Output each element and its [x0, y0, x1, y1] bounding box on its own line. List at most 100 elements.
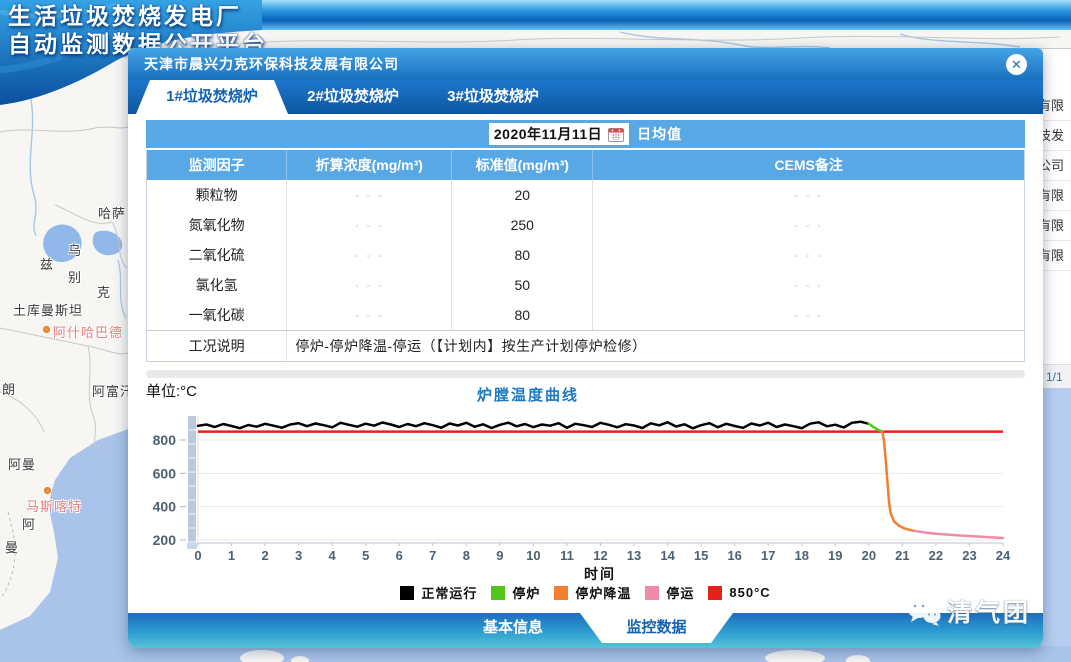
monitor-table: 监测因子折算浓度(mg/m³)标准值(mg/m³)CEMS备注颗粒物- - -2…	[146, 150, 1025, 362]
table-row: 颗粒物- - -20- - -	[147, 180, 1024, 210]
svg-text:20: 20	[862, 548, 876, 563]
table-row: 一氧化碳- - -80- - -	[147, 300, 1024, 330]
legend-item: 正常运行	[400, 583, 477, 602]
map-label: 马斯喀特	[26, 496, 82, 515]
tab-monitor-data[interactable]: 监控数据	[580, 613, 733, 643]
legend-label: 停运	[666, 583, 694, 602]
legend-label: 850°C	[729, 585, 770, 600]
chart-title: 炉膛温度曲线	[428, 384, 628, 405]
table-cell: - - -	[287, 300, 452, 330]
table-header-cell: CEMS备注	[593, 150, 1024, 180]
legend-swatch	[491, 586, 505, 600]
table-header-cell: 折算浓度(mg/m³)	[287, 150, 452, 180]
y-zoom-slider[interactable]	[188, 416, 196, 543]
svg-text:15: 15	[694, 548, 708, 563]
legend-item: 850°C	[708, 585, 770, 600]
tab-incinerator-3[interactable]: 3#垃圾焚烧炉	[418, 80, 568, 114]
svg-text:2: 2	[261, 548, 268, 563]
svg-text:11: 11	[560, 548, 574, 563]
map-label: 克	[97, 282, 111, 301]
svg-text:8: 8	[463, 548, 470, 563]
table-header-cell: 监测因子	[147, 150, 287, 180]
incinerator-tabbar: 1#垃圾焚烧炉2#垃圾焚烧炉3#垃圾焚烧炉	[128, 80, 1043, 114]
chart-unit-label: 单位:°C	[146, 380, 197, 401]
chart-xaxis-label: 时间	[450, 564, 750, 584]
table-cell: 250	[452, 210, 593, 240]
table-cell: 二氧化硫	[147, 240, 287, 270]
tab-basic-info[interactable]: 基本信息	[458, 613, 568, 643]
map-label: 乌	[68, 240, 82, 259]
divider-strip	[146, 370, 1025, 378]
legend-label: 停炉降温	[575, 583, 631, 602]
map-label: 曼	[5, 537, 19, 556]
svg-text:5: 5	[362, 548, 369, 563]
legend-swatch	[708, 586, 722, 600]
legend-label: 正常运行	[421, 583, 477, 602]
watermark: 清气团	[905, 593, 1031, 629]
svg-text:24: 24	[996, 548, 1011, 563]
svg-text:16: 16	[727, 548, 741, 563]
map-label: 土库曼斯坦	[13, 300, 83, 319]
svg-text:10: 10	[526, 548, 540, 563]
series-停炉降温	[882, 432, 914, 531]
platform-title-line1: 生活垃圾焚烧发电厂	[8, 2, 268, 30]
dialog-title: 天津市晨兴力克环保科技发展有限公司	[144, 56, 399, 72]
table-cell: 50	[452, 270, 593, 300]
table-cell: - - -	[287, 210, 452, 240]
svg-text:14: 14	[660, 548, 675, 563]
table-cell: 一氧化碳	[147, 300, 287, 330]
table-cell: - - -	[593, 300, 1024, 330]
condition-row: 工况说明停炉-停炉降温-停运（【计划内】按生产计划停炉检修）	[147, 330, 1024, 361]
svg-text:21: 21	[895, 548, 909, 563]
map-label: 兹	[40, 254, 54, 273]
table-cell: - - -	[287, 270, 452, 300]
map-label: 阿什哈巴德	[53, 322, 123, 341]
table-cell: - - -	[593, 270, 1024, 300]
svg-text:12: 12	[593, 548, 607, 563]
map-label: 别	[68, 267, 82, 286]
tab-incinerator-1[interactable]: 1#垃圾焚烧炉	[136, 80, 288, 114]
date-bar: 2020年11月11日 日均值	[146, 120, 1025, 148]
close-icon[interactable]: ✕	[1006, 54, 1027, 75]
table-cell: - - -	[287, 240, 452, 270]
y-zoom-slider[interactable]	[187, 543, 197, 549]
table-cell: - - -	[593, 180, 1024, 210]
svg-text:400: 400	[153, 499, 177, 515]
svg-text:6: 6	[396, 548, 403, 563]
legend-swatch	[554, 586, 568, 600]
dialog-titlebar[interactable]: 天津市晨兴力克环保科技发展有限公司	[128, 48, 1043, 80]
table-cell: 80	[452, 240, 593, 270]
condition-label: 工况说明	[147, 331, 287, 361]
map-label: 朗	[2, 379, 16, 398]
table-cell: - - -	[287, 180, 452, 210]
table-cell: 80	[452, 300, 593, 330]
svg-text:4: 4	[329, 548, 337, 563]
calendar-icon[interactable]	[608, 127, 624, 142]
map-label: 哈萨	[98, 203, 126, 222]
legend-swatch	[400, 586, 414, 600]
watermark-text: 清气团	[947, 593, 1031, 629]
table-row: 氮氧化物- - -250- - -	[147, 210, 1024, 240]
table-cell: - - -	[593, 240, 1024, 270]
series-停炉	[869, 424, 883, 432]
temperature-chart: 2004006008000123456789101112131415161718…	[128, 403, 1043, 568]
table-cell: 颗粒物	[147, 180, 287, 210]
svg-text:7: 7	[429, 548, 436, 563]
svg-text:9: 9	[496, 548, 503, 563]
svg-text:23: 23	[962, 548, 976, 563]
svg-text:3: 3	[295, 548, 302, 563]
table-row: 二氧化硫- - -80- - -	[147, 240, 1024, 270]
table-cell: 氯化氢	[147, 270, 287, 300]
table-header-row: 监测因子折算浓度(mg/m³)标准值(mg/m³)CEMS备注	[147, 150, 1024, 180]
table-row: 氯化氢- - -50- - -	[147, 270, 1024, 300]
svg-text:17: 17	[761, 548, 775, 563]
legend-swatch	[645, 586, 659, 600]
map-label: 阿	[22, 514, 36, 533]
svg-text:1: 1	[228, 548, 235, 563]
monitor-dialog: 天津市晨兴力克环保科技发展有限公司 ✕ 1#垃圾焚烧炉2#垃圾焚烧炉3#垃圾焚烧…	[128, 48, 1043, 648]
svg-text:800: 800	[153, 432, 177, 448]
date-input[interactable]: 2020年11月11日	[489, 123, 629, 145]
tab-incinerator-2[interactable]: 2#垃圾焚烧炉	[278, 80, 428, 114]
wechat-icon	[905, 596, 941, 626]
svg-text:18: 18	[795, 548, 809, 563]
